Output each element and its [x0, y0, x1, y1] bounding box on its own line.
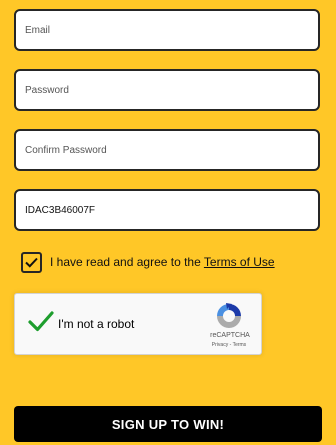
- email-input[interactable]: [16, 11, 318, 49]
- recaptcha-privacy-link[interactable]: Privacy: [212, 342, 228, 348]
- recaptcha-links: Privacy - Terms: [203, 342, 255, 348]
- recaptcha-terms-link[interactable]: Terms: [233, 342, 247, 348]
- terms-checkbox[interactable]: [21, 251, 42, 273]
- code-input[interactable]: [16, 191, 318, 229]
- email-field[interactable]: [14, 9, 320, 51]
- recaptcha-widget: I'm not a robot reCAPTCHA Privacy - Term…: [14, 293, 262, 355]
- sign-up-button[interactable]: SIGN UP TO WIN!: [14, 406, 322, 442]
- confirm-password-input[interactable]: [16, 131, 318, 169]
- password-field[interactable]: [14, 69, 320, 111]
- terms-of-use-link[interactable]: Terms of Use: [204, 255, 275, 269]
- terms-text: I have read and agree to the Terms of Us…: [50, 255, 275, 269]
- recaptcha-brand: reCAPTCHA: [210, 332, 250, 339]
- recaptcha-logo-icon: [217, 303, 241, 328]
- terms-label: I have read and agree to the: [50, 255, 204, 269]
- password-input[interactable]: [16, 71, 318, 109]
- checkmark-icon: [25, 257, 38, 268]
- confirm-password-field[interactable]: [14, 129, 320, 171]
- code-field[interactable]: [14, 189, 320, 231]
- terms-agreement: I have read and agree to the Terms of Us…: [21, 251, 275, 273]
- recaptcha-label: I'm not a robot: [58, 317, 135, 331]
- green-checkmark-icon[interactable]: [27, 308, 55, 336]
